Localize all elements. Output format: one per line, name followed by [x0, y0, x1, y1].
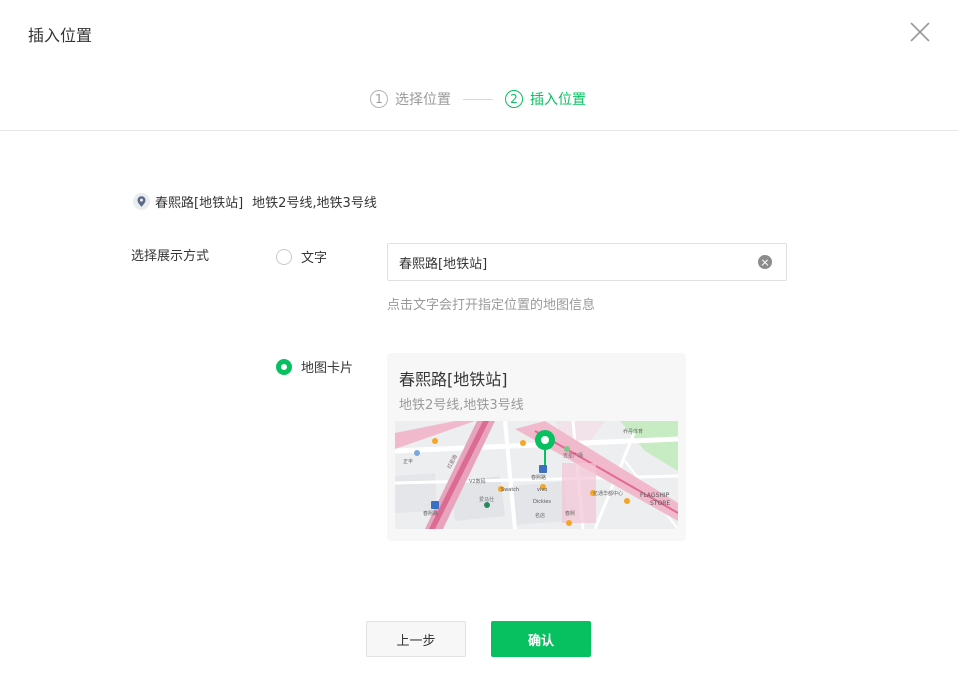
- location-lines: 地铁2号线,地铁3号线: [252, 196, 377, 211]
- map-card-subtitle: 地铁2号线,地铁3号线: [399, 398, 524, 413]
- map-label-sport: 乔丹体育: [623, 428, 643, 435]
- radio-map-card-mode[interactable]: 地图卡片: [276, 357, 353, 376]
- map-card-preview[interactable]: 春熙路[地铁站] 地铁2号线,地铁3号线 春熙路 吉星广场 FLAGSHIP S…: [387, 353, 686, 541]
- step-number: 2: [505, 90, 523, 108]
- radio-circle[interactable]: [276, 358, 292, 375]
- map-label-plaza: 吉星广场: [563, 452, 583, 459]
- header-divider: [0, 130, 958, 131]
- map-label-shop2: 春熙: [565, 510, 575, 517]
- clear-icon[interactable]: [758, 255, 772, 269]
- map-label-zhengfeng: 正丰: [403, 458, 413, 465]
- map-label-swatch: Swatch: [501, 487, 519, 493]
- step-indicator: 1 选择位置 2 插入位置: [370, 88, 586, 110]
- map-image: 春熙路 吉星广场 FLAGSHIP STORE Swatch vivo Dick…: [395, 421, 678, 529]
- display-mode-label: 选择展示方式: [131, 249, 210, 264]
- step-connector: [463, 98, 493, 100]
- radio-label: 文字: [301, 251, 328, 266]
- map-label-hermes: 爱马仕: [479, 496, 494, 503]
- text-input-container: [387, 243, 787, 281]
- step-insert-location: 2 插入位置: [505, 89, 586, 109]
- map-label-v2: V2数码: [469, 478, 486, 485]
- map-label-vivo: vivo: [537, 487, 547, 493]
- radio-label: 地图卡片: [301, 361, 354, 376]
- map-label-shop1: 名店: [535, 512, 545, 519]
- selected-location: 春熙路[地铁站] 地铁2号线,地铁3号线: [133, 192, 377, 211]
- map-card-title: 春熙路[地铁站]: [399, 370, 508, 389]
- map-label-metro-top: 春熙路: [531, 474, 546, 481]
- prev-step-button[interactable]: 上一步: [366, 621, 466, 657]
- map-label-metro-left: 春熙路: [423, 510, 438, 517]
- radio-circle[interactable]: [276, 248, 292, 265]
- dialog-title: 插入位置: [28, 26, 93, 45]
- radio-text-mode[interactable]: 文字: [276, 247, 327, 266]
- step-label: 选择位置: [395, 92, 451, 108]
- confirm-button[interactable]: 确认: [491, 621, 591, 657]
- map-label-flagship-2: STORE: [650, 500, 670, 507]
- map-label-dickies: Dickies: [533, 499, 551, 505]
- text-hint: 点击文字会打开指定位置的地图信息: [387, 298, 596, 313]
- location-name: 春熙路[地铁站]: [155, 196, 244, 211]
- display-text-input[interactable]: [388, 244, 786, 280]
- step-label: 插入位置: [530, 92, 586, 108]
- close-icon[interactable]: [908, 20, 932, 44]
- location-pin-icon: [133, 193, 150, 210]
- map-label-flagship-1: FLAGSHIP: [640, 492, 670, 499]
- step-number: 1: [370, 90, 388, 108]
- step-select-location: 1 选择位置: [370, 89, 451, 109]
- map-label-mall: 亿通华都中心: [593, 490, 623, 497]
